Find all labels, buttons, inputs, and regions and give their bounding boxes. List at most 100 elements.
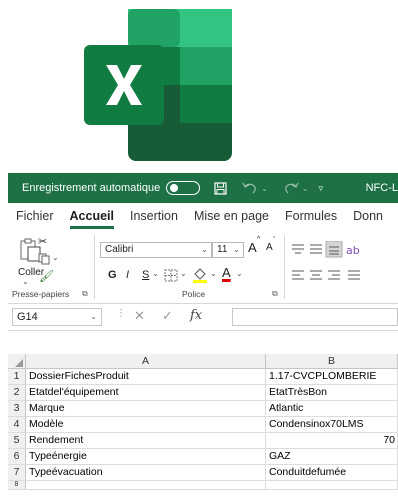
align-left-icon: [292, 270, 304, 280]
grow-font-caret-icon: ^: [257, 236, 261, 243]
row-header[interactable]: 7: [8, 465, 26, 480]
copy-dropdown-icon[interactable]: ⌄: [52, 253, 59, 262]
row-header[interactable]: 8: [8, 481, 26, 489]
indent-icon: [348, 270, 360, 280]
cell-b7[interactable]: Conduitdefumée: [266, 465, 398, 480]
redo-dropdown-icon[interactable]: ⌄: [302, 184, 309, 193]
table-row: 6 Typeénergie GAZ: [8, 449, 398, 465]
customize-dropdown-icon[interactable]: ▿: [319, 183, 324, 194]
chevron-down-icon: ⌄: [233, 245, 240, 254]
table-row: 3 Marque Atlantic: [8, 401, 398, 417]
font-group-label: Police: [182, 289, 206, 299]
paste-dropdown-icon[interactable]: ⌄: [22, 277, 29, 286]
formula-input[interactable]: [232, 308, 398, 326]
ribbon-tabs: Fichier Accueil Insertion Mise en page F…: [8, 203, 398, 229]
autosave-toggle[interactable]: [166, 181, 201, 195]
font-size-value: 11: [217, 244, 228, 255]
insert-function-icon[interactable]: fx: [190, 308, 202, 323]
row-header[interactable]: 1: [8, 369, 26, 384]
table-row: 7 Typeévacuation Conduitdefumée: [8, 465, 398, 481]
enter-icon[interactable]: ✓: [162, 308, 173, 324]
select-all-button[interactable]: [8, 354, 26, 368]
column-header-a[interactable]: A: [26, 354, 266, 368]
column-header-b[interactable]: B: [266, 354, 398, 368]
cell-b5[interactable]: 70: [266, 433, 398, 448]
tab-fichier[interactable]: Fichier: [16, 209, 54, 229]
borders-dropdown-icon[interactable]: ⌄: [180, 269, 187, 278]
toggle-off-icon: [170, 184, 179, 192]
shrink-font-button[interactable]: A: [266, 242, 273, 253]
italic-button[interactable]: I: [126, 269, 129, 281]
cell-b6[interactable]: GAZ: [266, 449, 398, 464]
underline-dropdown-icon[interactable]: ⌄: [152, 269, 159, 278]
borders-icon[interactable]: [164, 269, 178, 282]
alignment-icons: ab: [292, 241, 360, 280]
align-right-icon: [328, 270, 340, 280]
cell-a7[interactable]: Typeévacuation: [26, 465, 266, 480]
tab-insertion[interactable]: Insertion: [130, 209, 178, 229]
svg-text:ab: ab: [346, 244, 360, 257]
font-launcher-icon[interactable]: ⧉: [272, 289, 278, 299]
title-bar: Enregistrement automatique ⌄ ⌄ ▿ NFC-L: [8, 173, 398, 203]
tab-mise-en-page[interactable]: Mise en page: [194, 209, 269, 229]
font-color-dropdown-icon[interactable]: ⌄: [236, 269, 243, 278]
align-bottom-icon: [325, 241, 343, 258]
ribbon: ✂ Coller ⌄ ⌄ 🖌 Presse-papiers ⧉ Calibri …: [8, 229, 398, 304]
tab-accueil[interactable]: Accueil: [69, 209, 114, 229]
spreadsheet-grid: A B 1 DossierFichesProduit 1.17-CVCPLOMB…: [8, 354, 398, 490]
cell-b2[interactable]: EtatTrèsBon: [266, 385, 398, 400]
undo-dropdown-icon[interactable]: ⌄: [261, 184, 268, 193]
font-color-button[interactable]: A: [222, 265, 231, 280]
grow-font-button[interactable]: A: [248, 240, 257, 255]
chevron-down-icon: ⌄: [201, 245, 208, 254]
save-icon[interactable]: [214, 181, 227, 195]
name-box[interactable]: G14 ⌄: [12, 308, 102, 326]
row-header[interactable]: 6: [8, 449, 26, 464]
document-name: NFC-L: [365, 182, 398, 194]
format-painter-icon[interactable]: 🖌: [39, 269, 54, 283]
clipboard-launcher-icon[interactable]: ⧉: [82, 289, 88, 299]
tab-formules[interactable]: Formules: [285, 209, 337, 229]
copy-icon[interactable]: [38, 253, 50, 265]
cell-a3[interactable]: Marque: [26, 401, 266, 416]
cell-a8[interactable]: [26, 481, 266, 489]
font-name-select[interactable]: Calibri ⌄: [100, 242, 212, 258]
cell-b1[interactable]: 1.17-CVCPLOMBERIE: [266, 369, 398, 384]
formula-bar: G14 ⌄ ⋮ ✕ ✓ fx: [8, 304, 398, 331]
cell-a1[interactable]: DossierFichesProduit: [26, 369, 266, 384]
bold-button[interactable]: G: [108, 269, 117, 281]
ribbon-separator: [94, 235, 95, 299]
row-header[interactable]: 4: [8, 417, 26, 432]
cell-a2[interactable]: Etatdel'équipement: [26, 385, 266, 400]
redo-icon[interactable]: [282, 182, 300, 194]
font-size-select[interactable]: 11 ⌄: [212, 242, 244, 258]
row-header[interactable]: 2: [8, 385, 26, 400]
chevron-down-icon: ⌄: [90, 312, 97, 321]
underline-button[interactable]: S: [142, 269, 149, 281]
table-row: 2 Etatdel'équipement EtatTrèsBon: [8, 385, 398, 401]
ribbon-separator: [284, 235, 285, 299]
cell-b3[interactable]: Atlantic: [266, 401, 398, 416]
cancel-icon[interactable]: ✕: [134, 308, 145, 324]
table-row: 5 Rendement 70: [8, 433, 398, 449]
undo-icon[interactable]: [241, 182, 259, 194]
more-options-icon[interactable]: ⋮: [116, 308, 126, 319]
cell-a5[interactable]: Rendement: [26, 433, 266, 448]
tab-donnees[interactable]: Donn: [353, 209, 383, 229]
excel-window: Enregistrement automatique ⌄ ⌄ ▿ NFC-L F…: [8, 173, 398, 502]
row-header[interactable]: 5: [8, 433, 26, 448]
cell-a4[interactable]: Modèle: [26, 417, 266, 432]
fill-color-dropdown-icon[interactable]: ⌄: [210, 269, 217, 278]
cell-b8[interactable]: [266, 481, 398, 489]
clipboard-group-label: Presse-papiers: [12, 289, 70, 299]
row-header[interactable]: 3: [8, 401, 26, 416]
cell-a6[interactable]: Typeénergie: [26, 449, 266, 464]
table-row: 1 DossierFichesProduit 1.17-CVCPLOMBERIE: [8, 369, 398, 385]
cut-icon[interactable]: ✂: [38, 235, 47, 248]
fill-color-icon[interactable]: [192, 267, 208, 283]
align-center-icon: [310, 270, 322, 280]
align-top-icon: [292, 244, 304, 254]
cell-b4[interactable]: Condensinox70LMS: [266, 417, 398, 432]
font-name-value: Calibri: [105, 244, 134, 255]
table-row: 4 Modèle Condensinox70LMS: [8, 417, 398, 433]
